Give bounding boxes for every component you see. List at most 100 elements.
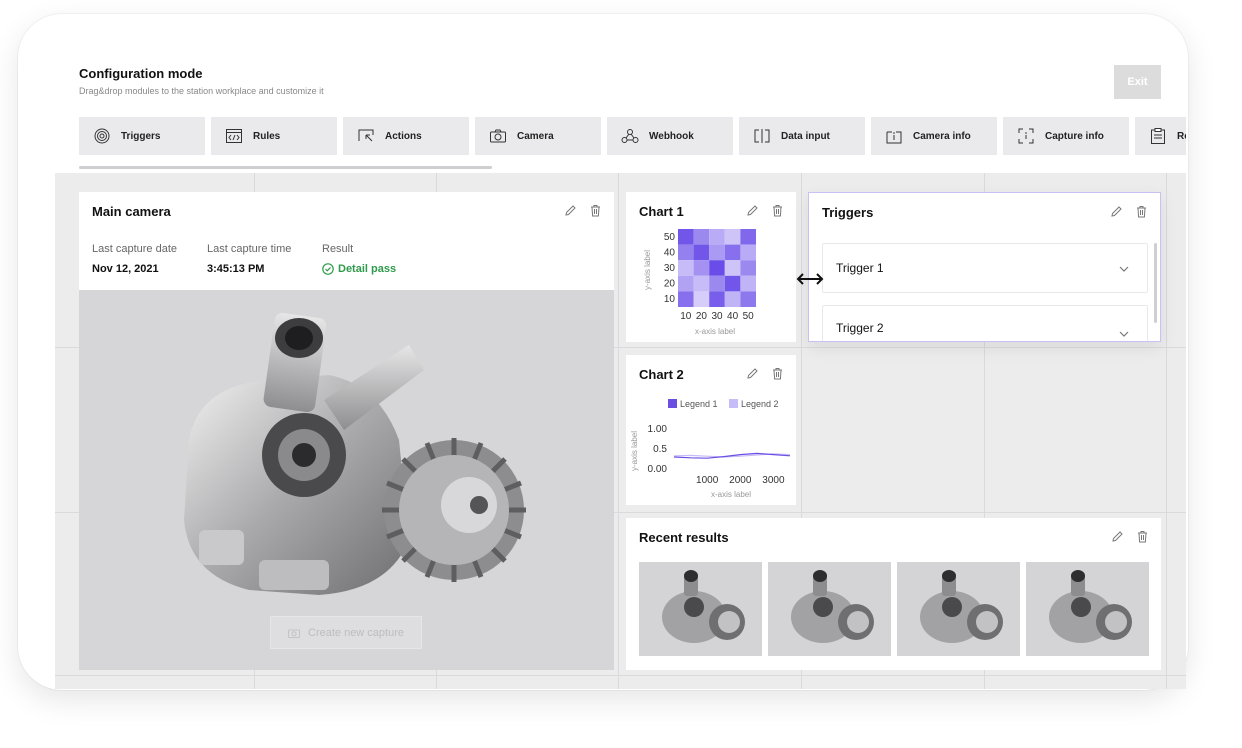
pump-part-image xyxy=(184,312,526,595)
heatmap-cell xyxy=(678,291,694,307)
create-capture-label: Create new capture xyxy=(308,626,404,639)
card-title: Main camera xyxy=(92,204,171,219)
module-label: Re xyxy=(1177,130,1186,142)
result-status: Detail pass xyxy=(322,263,396,275)
camera-icon xyxy=(489,127,507,145)
y-tick-label: 0.00 xyxy=(648,464,668,475)
heatmap-cell xyxy=(709,260,725,276)
legend-label-1: Legend 1 xyxy=(680,399,718,409)
trash-icon[interactable] xyxy=(1136,530,1149,543)
x-tick-label: 10 xyxy=(680,311,692,322)
last-capture-date: Nov 12, 2021 xyxy=(92,263,159,275)
webhook-icon xyxy=(621,127,639,145)
result-value: Detail pass xyxy=(338,263,397,275)
capture-info-icon xyxy=(1017,127,1035,145)
module-webhook[interactable]: Webhook xyxy=(607,117,733,155)
last-capture-time: 3:45:13 PM xyxy=(207,263,265,275)
main-camera-card[interactable]: Main camera Last capture date Nov 12, 20… xyxy=(79,192,614,670)
grid-line xyxy=(55,675,1186,676)
module-label: Triggers xyxy=(121,130,161,142)
legend-swatch-2 xyxy=(729,399,738,408)
page-title: Configuration mode xyxy=(79,66,203,81)
heatmap-cell xyxy=(740,244,756,261)
module-scrollbar[interactable] xyxy=(79,166,492,169)
module-label: Data input xyxy=(781,130,830,142)
cursor-icon xyxy=(357,127,375,145)
module-label: Capture info xyxy=(1045,130,1104,142)
module-label: Actions xyxy=(385,130,422,142)
y-axis-label: y-axis label xyxy=(630,431,639,471)
clipboard-icon xyxy=(1149,127,1167,145)
chevron-down-icon[interactable] xyxy=(1119,263,1129,277)
grid-line xyxy=(618,173,619,689)
chevron-down-icon[interactable] xyxy=(1119,328,1129,341)
line-chart: Legend 1 Legend 2 y-axis label x-axis la… xyxy=(630,399,791,499)
card-actions xyxy=(1111,530,1149,543)
heatmap-cell xyxy=(693,275,710,292)
edit-icon[interactable] xyxy=(1111,530,1124,543)
module-capture-info[interactable]: Capture info xyxy=(1003,117,1129,155)
edit-icon[interactable] xyxy=(1110,205,1123,218)
camera-icon xyxy=(288,628,300,638)
heatmap-cell xyxy=(724,291,741,307)
chart-1-card[interactable]: Chart 1 y-axis label x-axis label 50 40 30… xyxy=(626,192,796,342)
triggers-scrollbar[interactable] xyxy=(1154,243,1157,323)
module-actions[interactable]: Actions xyxy=(343,117,469,155)
module-rules[interactable]: Rules xyxy=(211,117,337,155)
heatmap-cell xyxy=(709,275,725,292)
module-data-input[interactable]: Data input xyxy=(739,117,865,155)
result-thumbnail[interactable] xyxy=(639,562,762,656)
create-capture-button[interactable]: Create new capture xyxy=(270,616,422,649)
result-label: Result xyxy=(322,243,354,255)
chart-2-card[interactable]: Chart 2 Legend 1 Legend 2 y-axis label x… xyxy=(626,355,796,505)
resize-cursor-icon xyxy=(795,270,825,288)
trash-icon[interactable] xyxy=(589,204,602,217)
y-tick-label: 20 xyxy=(664,279,676,290)
heatmap-cell xyxy=(724,275,741,292)
y-tick-label: 50 xyxy=(664,232,676,243)
heatmap-cell xyxy=(678,244,694,261)
heatmap-cell xyxy=(740,260,756,276)
tablet-frame: Configuration mode Drag&drop modules to … xyxy=(18,14,1188,690)
result-thumbnail[interactable] xyxy=(768,562,891,656)
trigger-item-1[interactable]: Trigger 1 xyxy=(822,243,1148,293)
trigger-label: Trigger 2 xyxy=(836,321,884,335)
card-title: Triggers xyxy=(822,205,874,220)
last-capture-time-label: Last capture time xyxy=(207,243,292,255)
heatmap-cell xyxy=(693,244,710,261)
top-bar: Configuration mode Drag&drop modules to … xyxy=(55,49,1186,173)
recent-results-card[interactable]: Recent results xyxy=(626,518,1161,670)
heatmap-cell xyxy=(678,229,694,245)
heatmap-cell xyxy=(724,260,741,276)
heatmap-cell xyxy=(709,229,725,245)
trash-icon[interactable] xyxy=(1135,205,1148,218)
x-tick-label: 50 xyxy=(743,311,755,322)
edit-icon[interactable] xyxy=(564,204,577,217)
triggers-card[interactable]: Triggers Trigger 1 Trigger 2 xyxy=(808,192,1161,342)
y-tick-label: 30 xyxy=(664,263,676,274)
x-tick-label: 1000 xyxy=(696,475,719,486)
target-icon xyxy=(93,127,111,145)
module-label: Rules xyxy=(253,130,281,142)
trigger-item-2[interactable]: Trigger 2 xyxy=(822,305,1148,341)
y-tick-label: 40 xyxy=(664,247,676,258)
result-thumbnail[interactable] xyxy=(1026,562,1149,656)
camera-feed[interactable]: Create new capture xyxy=(79,290,614,670)
result-thumbnail[interactable] xyxy=(897,562,1020,656)
heatmap-cell xyxy=(693,229,710,245)
exit-button[interactable]: Exit xyxy=(1114,65,1161,99)
heatmap-cell xyxy=(724,229,741,245)
heatmap-cell xyxy=(678,260,694,276)
legend-label-2: Legend 2 xyxy=(741,399,779,409)
module-report[interactable]: Re xyxy=(1135,117,1186,155)
module-triggers[interactable]: Triggers xyxy=(79,117,205,155)
card-actions xyxy=(1110,205,1148,218)
card-actions xyxy=(564,204,602,217)
heatmap-cell xyxy=(709,291,725,307)
y-axis-label: y-axis label xyxy=(643,250,652,290)
x-tick-label: 40 xyxy=(727,311,739,322)
module-camera[interactable]: Camera xyxy=(475,117,601,155)
x-axis-label: x-axis label xyxy=(695,327,735,336)
module-camera-info[interactable]: Camera info xyxy=(871,117,997,155)
station-workplace: Main camera Last capture date Nov 12, 20… xyxy=(55,173,1186,689)
